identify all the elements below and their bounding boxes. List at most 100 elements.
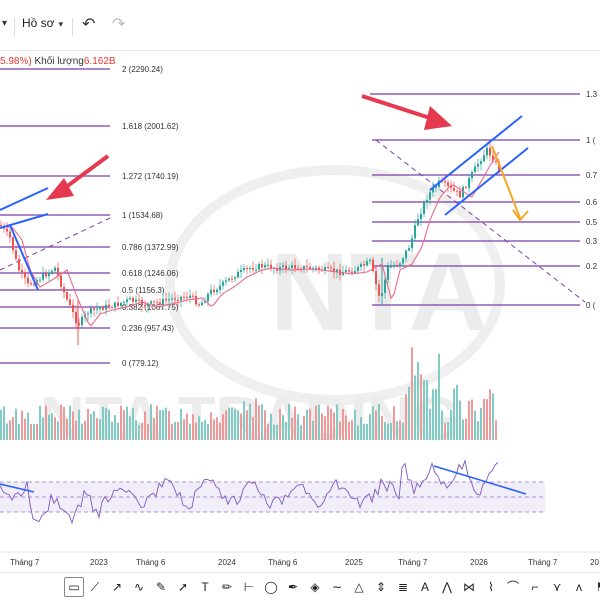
candle-body [423,202,425,214]
fib-level-label: 1.618 (2001.62) [122,122,179,131]
volume-bar [372,406,374,440]
circle-icon[interactable]: ◯ [262,578,280,596]
flag-icon[interactable]: ⚑ [592,578,600,596]
triangle-icon[interactable]: △ [350,578,368,596]
volume-bar [375,410,377,440]
volume-bar [21,410,23,440]
candle-body [360,264,362,267]
fib-level-label: 1.272 (1740.19) [122,172,179,181]
candle-body [411,238,413,249]
pencil-icon[interactable]: ✏ [218,578,236,596]
volume-bar [363,423,365,440]
candle-body [480,161,482,164]
zigzag-icon[interactable]: ⋎ [548,578,566,596]
candle-body [237,271,239,278]
volume-bar [378,404,380,440]
candle-body [54,267,56,271]
pen-icon[interactable]: ✒ [284,578,302,596]
candle-body [105,304,107,310]
candle-body [489,147,491,156]
candle-body [39,279,41,281]
volume-bar [150,404,152,440]
candle-body [0,225,2,227]
candle-body [144,305,146,307]
candle-body [57,267,59,276]
price-range-icon[interactable]: ⇕ [372,578,390,596]
abcd-pattern-icon[interactable]: ᴧ [570,578,588,596]
elbow-icon[interactable]: ⌐ [526,578,544,596]
volume-bar [492,393,494,440]
volume-bar [171,424,173,440]
brush-icon[interactable]: ✎ [152,578,170,596]
candle-body [258,264,260,270]
ruler-icon[interactable]: ⊢ [240,578,258,596]
candle-body [207,293,209,302]
candle-body [486,147,488,156]
volume-bar [411,347,413,440]
elliott-wave-icon[interactable]: ⌇ [482,578,500,596]
volume-bar [198,416,200,440]
candle-body [483,155,485,162]
candle-body [414,225,416,239]
volume-bar [294,406,296,440]
candle-body [390,266,392,268]
polyline-icon[interactable]: ∿ [130,578,148,596]
volume-bar [147,423,149,440]
shapes-icon[interactable]: ◈ [306,578,324,596]
text-icon[interactable]: T [196,578,214,596]
trend-line-icon[interactable]: ⟋ [86,578,104,596]
volume-bar [9,420,11,440]
fib-trend-line-left[interactable] [0,217,111,271]
volume-bar [465,418,467,440]
volume-bar [240,413,242,440]
time-axis-label: 2025 [345,558,363,567]
volume-bar [384,421,386,440]
arrow-icon[interactable]: ➚ [174,578,192,596]
candle-body [243,267,245,270]
price-chart[interactable]: NTA NTA TRADING 2 (2290.24)1.618 (2001.6… [0,0,600,572]
volume-bar [84,420,86,440]
candle-body [420,213,422,220]
path-icon[interactable]: ↗ [108,578,126,596]
drawing-toolbar: ▭⟋↗∿✎➚T✏⊢◯✒◈∼△⇕≣A⋀⋈⌇⌒⌐⋎ᴧ⚑ [0,572,600,601]
candle-body [291,265,293,269]
candle-body [201,302,203,306]
annotation-arrow-right[interactable] [361,94,452,130]
candle-body [261,264,263,268]
candle-body [90,308,92,314]
volume-bar [204,419,206,440]
volume-bar [348,422,350,440]
volume-bar [399,420,401,440]
time-axis-label: Tháng 7 [398,558,428,567]
sine-wave-icon[interactable]: ∼ [328,578,346,596]
volume-bar [72,411,74,440]
candle-body [24,272,26,278]
candle-body [69,299,71,305]
xabcd-pattern-icon[interactable]: ⋈ [460,578,478,596]
volume-bar [243,401,245,440]
abc-pattern-icon[interactable]: ⋀ [438,578,456,596]
candle-body [129,297,131,300]
candle-body [255,269,257,271]
annotation-arrow-left[interactable] [46,154,110,200]
volume-bar [144,411,146,440]
projection-arrow[interactable] [491,145,529,222]
fib-icon[interactable]: ≣ [394,578,412,596]
volume-bar [387,423,389,440]
rectangle-icon[interactable]: ▭ [64,577,84,597]
volume-bar [39,405,41,440]
volume-bar [342,408,344,440]
volume-bar [231,407,233,440]
candle-body [477,163,479,167]
time-axis-label: 20 [590,558,599,567]
candle-body [429,192,431,200]
font-icon[interactable]: A [416,578,434,596]
curve-icon[interactable]: ⌒ [504,578,522,596]
volume-bar [420,374,422,440]
volume-bar [279,408,281,440]
candle-body [72,304,74,313]
candle-body [231,278,233,280]
fib-retracement-left[interactable]: 2 (2290.24) 1.618 (2001.62) 1.272 (1740.19… [0,65,179,368]
rsi-pane[interactable] [0,459,545,525]
volume-bar [360,417,362,440]
